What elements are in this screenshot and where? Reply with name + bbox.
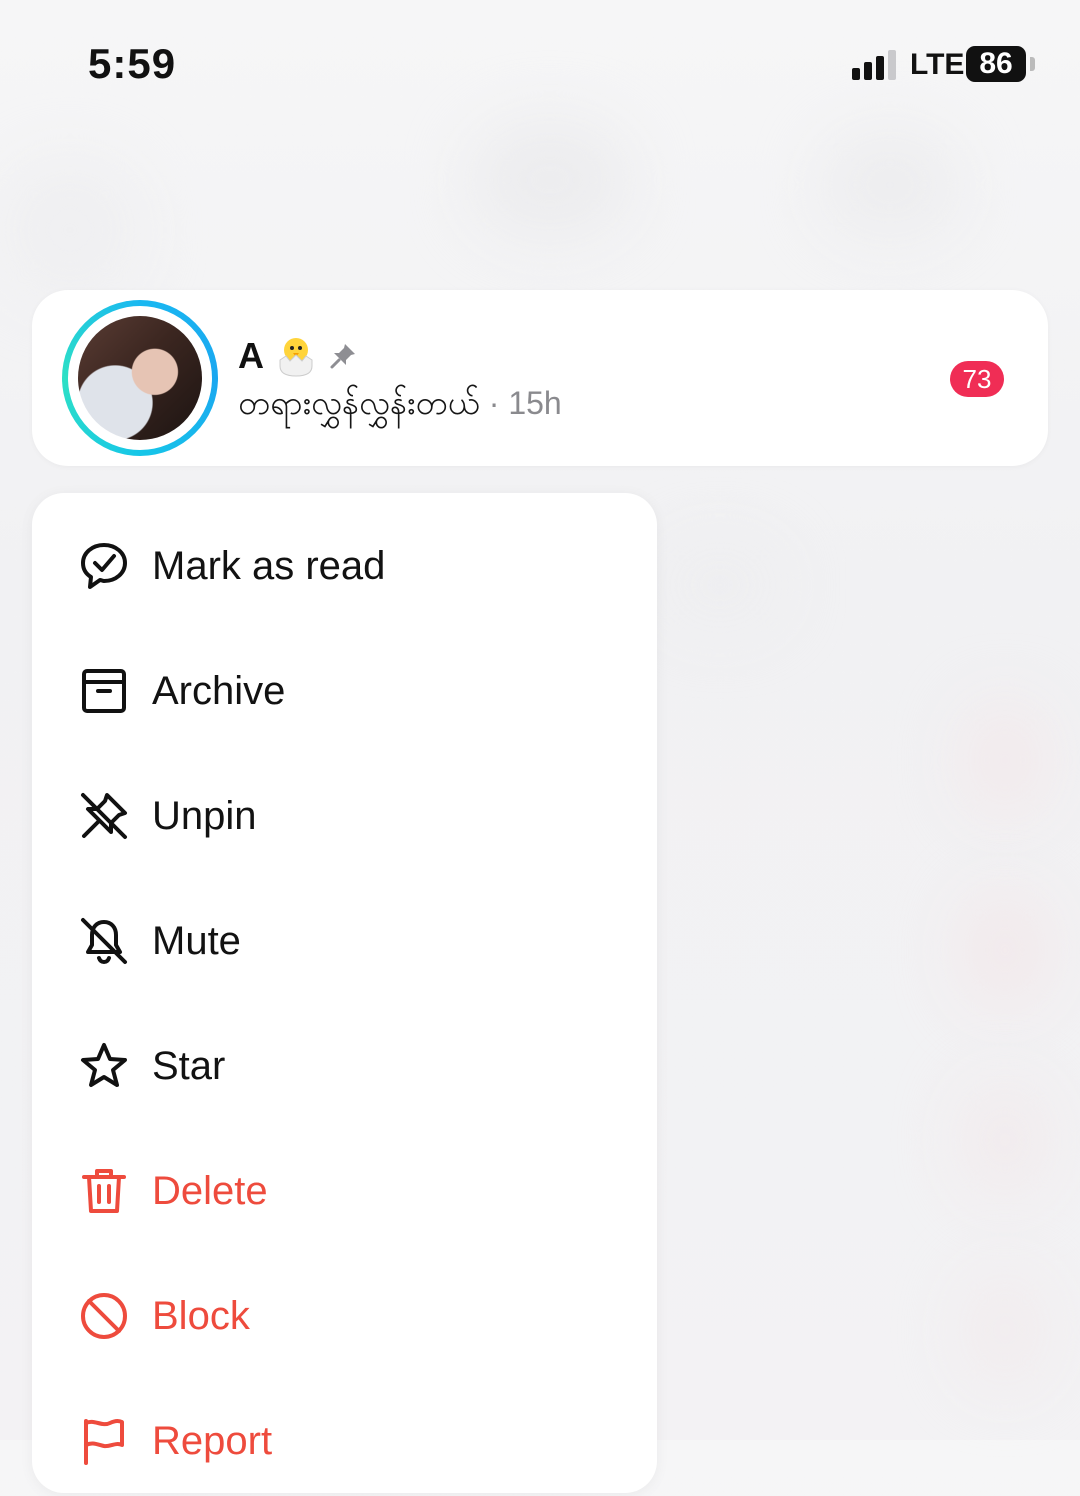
menu-label: Star (152, 1043, 226, 1088)
hatching-chick-icon (274, 334, 318, 378)
network-label: LTE (910, 48, 965, 81)
unpin-icon (78, 790, 130, 842)
mark-as-read-item[interactable]: Mark as read (32, 511, 657, 621)
star-item[interactable]: Star (32, 1011, 657, 1121)
menu-label: Archive (152, 668, 286, 713)
status-time: 5:59 (88, 40, 177, 87)
menu-label: Report (152, 1418, 273, 1463)
bell-off-icon (78, 915, 130, 967)
story-ring[interactable] (62, 300, 218, 456)
menu-label: Mute (152, 918, 241, 963)
block-icon (78, 1290, 130, 1342)
pinned-icon (328, 341, 358, 371)
unpin-item[interactable]: Unpin (32, 761, 657, 871)
trash-icon (78, 1165, 130, 1217)
message-preview: တရားလွှန်လွှန်းတယ် · 15h (238, 382, 562, 431)
battery-icon: 86 (966, 46, 1026, 82)
menu-label: Unpin (152, 793, 257, 838)
chat-preview-card[interactable]: A တရားလွှန်လွှန်းတယ် · 15h 73 (32, 290, 1048, 466)
avatar (78, 316, 202, 440)
archive-item[interactable]: Archive (32, 636, 657, 746)
block-item[interactable]: Block (32, 1261, 657, 1371)
menu-label: Delete (152, 1168, 268, 1213)
signal-icon (852, 50, 902, 80)
status-bar: 5:59 LTE 86 (0, 0, 1080, 130)
flag-icon (78, 1415, 130, 1467)
contact-name: A (238, 335, 264, 376)
mute-item[interactable]: Mute (32, 886, 657, 996)
star-icon (78, 1040, 130, 1092)
delete-item[interactable]: Delete (32, 1136, 657, 1246)
menu-label: Block (152, 1293, 250, 1338)
battery-tip (1030, 57, 1035, 71)
last-message: တရားလွှန်လွှန်းတယ် (238, 384, 480, 421)
menu-label: Mark as read (152, 543, 386, 588)
unread-badge: 73 (950, 361, 1004, 397)
message-time: · 15h (488, 385, 562, 421)
report-item[interactable]: Report (32, 1386, 657, 1496)
archive-icon (78, 665, 130, 717)
context-menu: Mark as read Archive Unpin Mute Star Del… (32, 493, 657, 1493)
chat-check-icon (78, 540, 130, 592)
